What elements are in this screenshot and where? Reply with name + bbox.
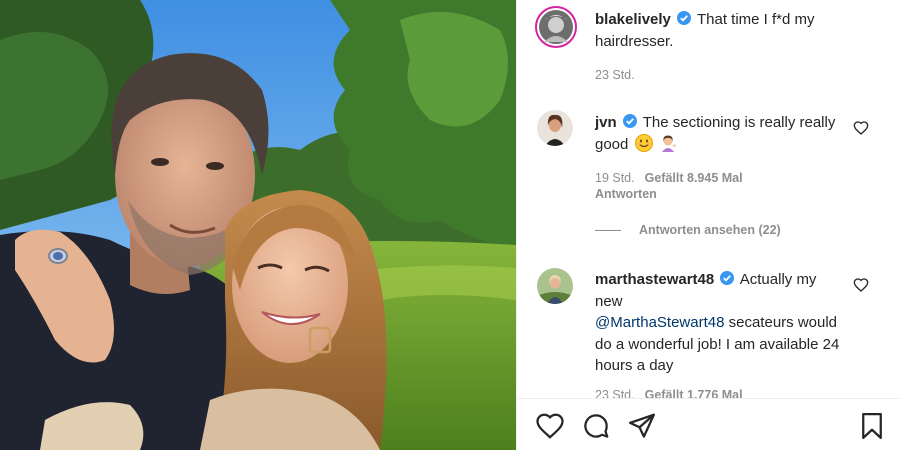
woman-tipping-hand-icon [661, 135, 676, 152]
marthastewart48-avatar-image [537, 268, 573, 304]
action-bar [517, 398, 900, 450]
bookmark-icon[interactable] [857, 411, 887, 441]
comment-icon[interactable] [581, 411, 611, 441]
comment-meta: 19 Std. Gefällt 8.945 Mal Antworten [595, 170, 743, 202]
post-time[interactable]: 23 Std. [595, 67, 635, 83]
post-caption: blakelively That time I f*d my hairdress… [595, 9, 855, 52]
verified-badge-icon [677, 11, 692, 25]
comment-time[interactable]: 23 Std. [595, 388, 635, 398]
comment-time[interactable]: 19 Std. [595, 171, 635, 185]
reply-link[interactable]: Antworten [595, 187, 657, 201]
comment-meta: 23 Std. Gefällt 1.776 Mal [595, 387, 743, 398]
comment-username[interactable]: jvn [595, 114, 617, 131]
view-replies[interactable]: Antworten ansehen (22) [595, 223, 781, 237]
author-avatar-image [539, 10, 573, 44]
comment-likes[interactable]: Gefällt 1.776 Mal [645, 388, 743, 398]
couple-selfie-image [0, 0, 516, 450]
marthastewart48-avatar[interactable] [537, 268, 573, 304]
comments-panel: blakelively That time I f*d my hairdress… [516, 0, 900, 450]
verified-badge-icon [720, 271, 735, 285]
smiling-face-icon [634, 133, 653, 152]
replies-divider [595, 229, 621, 231]
post-photo[interactable] [0, 0, 516, 450]
comment-username[interactable]: marthastewart48 [595, 271, 714, 288]
comments-scroll[interactable]: blakelively That time I f*d my hairdress… [517, 0, 900, 398]
instagram-post: blakelively That time I f*d my hairdress… [0, 0, 900, 450]
comment-like-heart-icon[interactable] [853, 277, 869, 293]
mention-link[interactable]: @MarthaStewart48 [595, 314, 724, 331]
share-icon[interactable] [627, 411, 657, 441]
view-replies-label: Antworten ansehen (22) [639, 223, 781, 237]
jvn-avatar[interactable] [537, 110, 573, 146]
comment-like-heart-icon[interactable] [853, 120, 869, 136]
author-username[interactable]: blakelively [595, 11, 671, 28]
jvn-avatar-image [537, 110, 573, 146]
heart-icon[interactable] [535, 411, 565, 441]
comment-likes[interactable]: Gefällt 8.945 Mal [645, 171, 743, 185]
comment-marthastewart48: marthastewart48 Actually my new @MarthaS… [595, 269, 840, 377]
comment-jvn: jvn The sectioning is really really good [595, 112, 845, 155]
verified-badge-icon [622, 114, 637, 128]
author-avatar[interactable] [535, 6, 577, 48]
